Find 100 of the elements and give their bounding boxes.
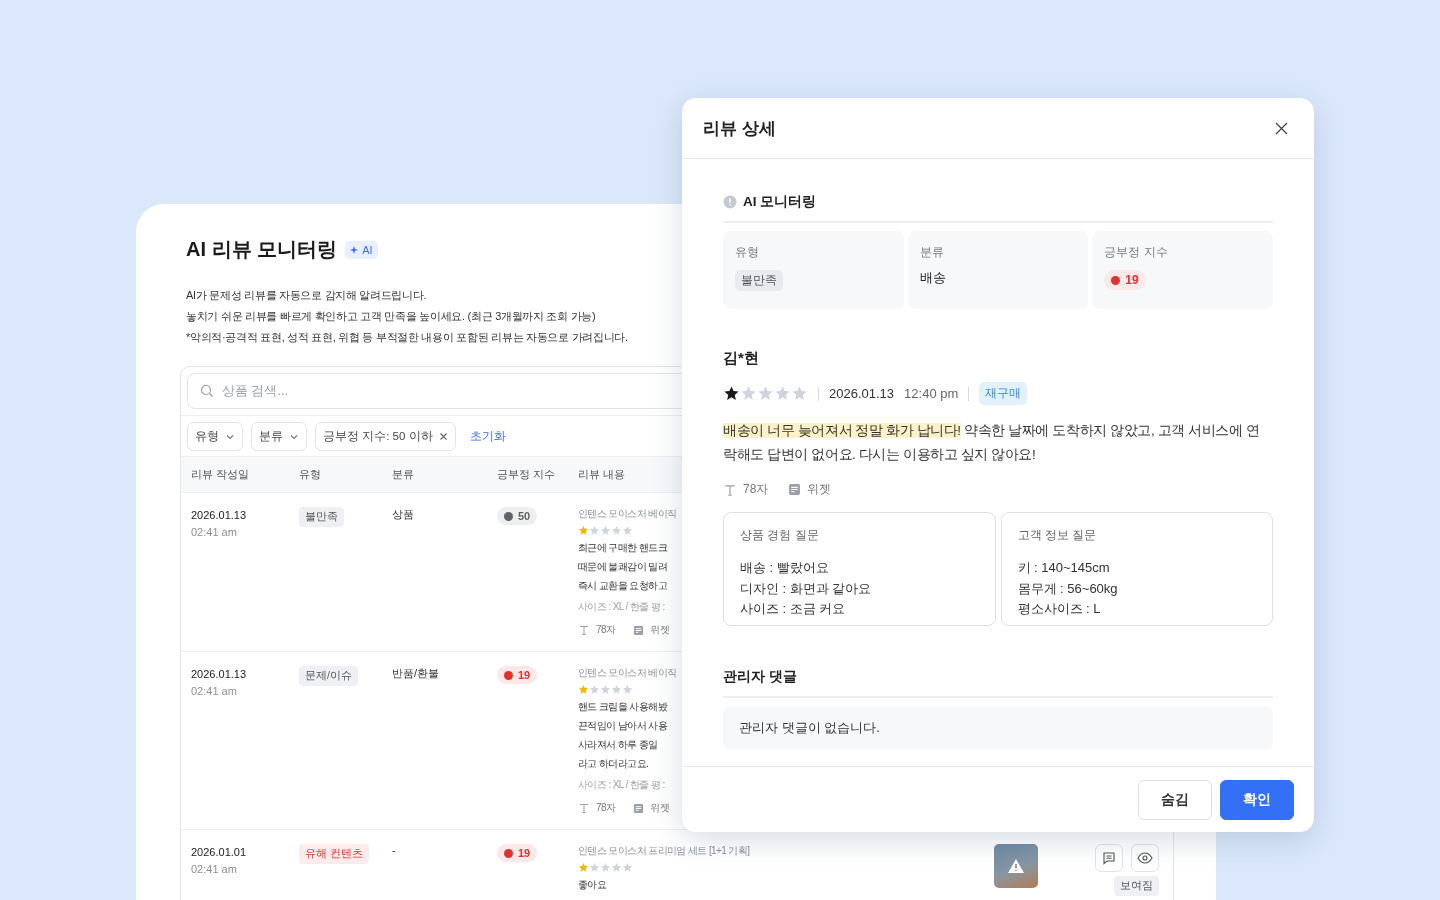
answer-text: 몸무게 : 56~60kg: [1017, 579, 1119, 598]
review-text-line: 사라져서 하루 종일: [578, 738, 659, 752]
star-icon: [600, 862, 611, 873]
type-tag: 유해 컨텐츠: [299, 844, 369, 864]
empty-comment-message: 관리자 댓글이 없습니다.: [723, 706, 1273, 750]
star-icon: [578, 525, 589, 536]
type-tag: 불만족: [299, 507, 344, 527]
review-text-line: 즉시 교환을 요청하고: [578, 579, 668, 593]
info-label: 분류: [919, 245, 944, 260]
char-count: 78자: [743, 481, 769, 498]
confirm-button[interactable]: 확인: [1220, 779, 1294, 820]
star-icon: [578, 862, 589, 873]
score-badge: 19: [497, 844, 538, 862]
star-icon: [600, 525, 611, 536]
review-time: 12:40 pm: [904, 386, 959, 401]
review-time: 02:41 am: [191, 684, 238, 699]
review-text-line: 때문에 불쾌감이 밀려: [578, 560, 668, 574]
widget-icon: [788, 483, 802, 496]
widget-icon: [633, 624, 645, 636]
column-header: 리뷰 내용: [578, 467, 625, 482]
category-text: 상품: [392, 507, 415, 522]
filter-dropdown[interactable]: 유형: [187, 422, 243, 451]
filter-chip[interactable]: 긍부정 지수: 50 이하: [315, 422, 456, 451]
column-header: 분류: [392, 467, 414, 482]
section-title: 관리자 댓글: [723, 668, 1273, 698]
comment-icon: [1102, 851, 1116, 865]
answer-text: 사이즈 : 조금 커요: [740, 600, 847, 618]
answer-text: 평소사이즈 : L: [1017, 600, 1102, 618]
star-icon: [622, 525, 633, 536]
reset-link[interactable]: 초기화: [469, 429, 506, 444]
product-name: 인텐스 모이스처 베이직: [578, 666, 678, 680]
warning-icon: [1007, 858, 1025, 874]
review-text-line: 라고 하더라고요.: [578, 757, 650, 771]
dialog-title: 리뷰 상세: [703, 117, 776, 140]
question-title: 고객 정보 질문: [1017, 527, 1098, 544]
visibility-button[interactable]: [1131, 844, 1159, 872]
column-header: 리뷰 작성일: [191, 467, 249, 482]
section-title: AI 모니터링: [743, 193, 817, 211]
category-text: 반품/환불: [392, 666, 441, 681]
close-icon: [1275, 121, 1288, 135]
search-icon: [200, 384, 214, 398]
widget-label: 위젯: [807, 481, 832, 498]
answer-text: 배송 : 빨랐어요: [740, 559, 830, 577]
star-icon: [589, 862, 600, 873]
text-icon: [723, 482, 737, 497]
review-text-line: 핸드 크림을 사용해봤: [578, 700, 669, 714]
info-icon: [723, 195, 737, 209]
star-icon: [791, 385, 808, 402]
reviewer-name: 김*현: [723, 349, 760, 368]
answer-text: 키 : 140~145cm: [1017, 559, 1111, 577]
star-icon: [611, 525, 622, 536]
review-date: 2026.01.13: [829, 386, 895, 401]
star-icon: [723, 385, 740, 402]
review-text: 배송이 너무 늦어져서 정말 화가 납니다! 약속한 날짜에 도착하지 않았고, 고객 서비스에 연락해도 답변이 없어요. 다시는 이용하고 싶지 않아요!: [723, 422, 1261, 464]
star-icon: [757, 385, 774, 402]
widget-label: 위젯: [650, 623, 670, 637]
page-title: AI 리뷰 모니터링: [186, 237, 338, 262]
review-time: 02:41 am: [191, 862, 238, 877]
star-icon: [740, 385, 757, 402]
score-badge: 19: [1104, 270, 1146, 290]
char-count: 78자: [596, 623, 616, 637]
type-tag: 불만족: [735, 270, 783, 291]
comment-button[interactable]: [1095, 844, 1123, 872]
question-title: 상품 경험 질문: [740, 527, 820, 544]
review-text-line: 좋아요: [578, 878, 608, 892]
star-icon: [600, 684, 611, 695]
description-text: AI가 문제성 리뷰를 자동으로 감지해 알려드립니다.: [186, 288, 428, 303]
star-icon: [589, 525, 600, 536]
filter-dropdown[interactable]: 분류: [251, 422, 307, 451]
eye-icon: [1137, 852, 1153, 864]
char-count: 78자: [596, 801, 616, 815]
review-time: 02:41 am: [191, 525, 238, 540]
info-label: 유형: [735, 245, 759, 260]
status-tag: 보여짐: [1114, 876, 1159, 896]
star-icon: [622, 862, 633, 873]
star-icon: [611, 862, 622, 873]
star-icon: [611, 684, 622, 695]
star-icon: [774, 385, 791, 402]
hide-button[interactable]: 숨김: [1138, 779, 1212, 820]
answer-text: 디자인 : 화면과 같아요: [740, 579, 873, 598]
ai-badge: AI: [345, 240, 378, 259]
review-date: 2026.01.13: [191, 667, 248, 682]
text-icon: [578, 624, 590, 636]
text-icon: [578, 802, 590, 814]
repurchase-badge: 재구매: [979, 382, 1028, 405]
option-text: 사이즈 : XL / 한줄 평 :: [578, 778, 666, 792]
widget-label: 위젯: [650, 801, 670, 815]
star-icon: [622, 684, 633, 695]
category-text: 배송: [919, 270, 946, 287]
product-name: 인텐스 모이스처 베이직: [578, 507, 678, 521]
description-text: *악의적·공격적 표현, 성적 표현, 위협 등 부적절한 내용이 포함된 리뷰는 자동으로 가려집니다.: [186, 330, 629, 345]
score-badge: 50: [497, 507, 538, 525]
info-label: 긍부정 지수: [1104, 245, 1168, 260]
option-text: 사이즈 : XL / 한줄 평 :: [578, 600, 666, 614]
star-icon: [578, 684, 589, 695]
product-name: 인텐스 모이스처 프리미엄 세트 [1+1 기획]: [578, 844, 751, 858]
category-text: -: [392, 844, 397, 856]
review-text-line: 끈적임이 남아서 사용: [578, 719, 669, 733]
star-icon: [589, 684, 600, 695]
review-date: 2026.01.13: [191, 508, 248, 523]
